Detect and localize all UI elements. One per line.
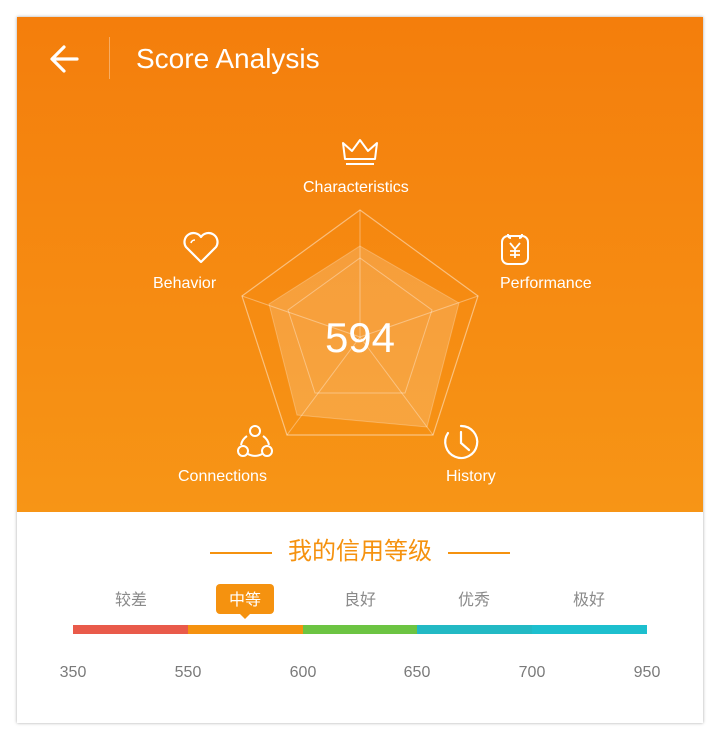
dimension-label-behavior[interactable]: Behavior <box>153 275 216 293</box>
credit-level-title-text: 我的信用等级 <box>288 538 432 565</box>
dimension-label-connections[interactable]: Connections <box>178 468 267 486</box>
clock-icon <box>442 423 480 466</box>
score-bar-segment-excellent <box>532 625 647 634</box>
scale-tick: 550 <box>174 664 202 681</box>
tier-label-very-good: 优秀 <box>457 592 490 609</box>
score-bar-segment-very-good <box>417 625 532 634</box>
heart-icon <box>181 231 221 270</box>
tier-label-poor: 较差 <box>114 592 147 609</box>
scale-tick: 950 <box>633 664 661 681</box>
score-bar-segment-good <box>303 625 417 634</box>
score-bar-segment-medium <box>188 625 303 634</box>
credit-level-title: 我的信用等级 <box>17 532 703 572</box>
tier-label-good: 良好 <box>343 592 376 609</box>
score-value: 594 <box>324 314 396 361</box>
scale-tick: 700 <box>518 664 546 681</box>
title-right-line <box>448 551 510 554</box>
radar-chart <box>241 209 479 436</box>
score-bar-segment-poor <box>73 625 188 634</box>
credit-level-panel: 我的信用等级 <box>17 512 703 723</box>
yen-badge-icon <box>499 231 531 272</box>
network-icon <box>236 423 274 466</box>
scale-tick: 350 <box>59 664 87 681</box>
tier-label-medium: 中等 <box>228 592 261 609</box>
dimension-label-characteristics[interactable]: Characteristics <box>303 179 409 197</box>
tier-label-excellent: 极好 <box>572 592 605 609</box>
title-left-line <box>210 551 272 554</box>
scale-tick: 600 <box>289 664 317 681</box>
crown-icon <box>341 137 379 172</box>
dimension-label-history[interactable]: History <box>446 468 496 486</box>
scale-tick: 650 <box>403 664 431 681</box>
app-frame: Score Analysis 594 Characteristics Perfo… <box>17 17 703 723</box>
dimension-label-performance[interactable]: Performance <box>500 275 592 293</box>
